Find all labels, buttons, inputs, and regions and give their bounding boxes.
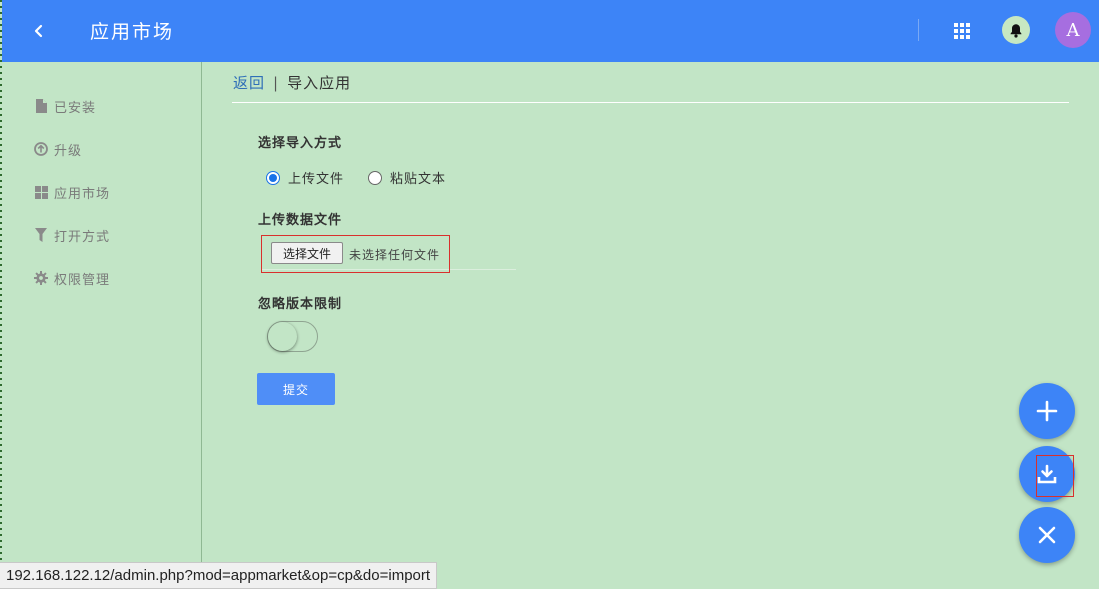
upload-file-label: 上传数据文件 — [258, 213, 343, 228]
breadcrumb-separator: | — [273, 73, 280, 92]
apps-menu-button[interactable] — [948, 17, 976, 45]
choose-file-button[interactable]: 选择文件 — [271, 242, 343, 264]
notifications-button[interactable] — [1002, 16, 1030, 44]
apps-grid-icon — [954, 23, 970, 39]
gear-icon — [34, 271, 48, 285]
bell-icon — [1010, 23, 1022, 38]
sidebar: 已安装 升级 应用市场 打开方式 权限管理 — [2, 62, 202, 587]
add-fab-button[interactable] — [1019, 383, 1075, 439]
download-icon — [1037, 464, 1057, 484]
sidebar-item-label: 权限管理 — [54, 272, 111, 288]
close-icon — [1038, 526, 1056, 544]
import-method-label: 选择导入方式 — [258, 136, 343, 151]
radio-paste-text[interactable] — [368, 170, 383, 185]
import-fab-button[interactable] — [1019, 446, 1075, 502]
upgrade-circle-icon — [34, 142, 48, 156]
sidebar-item-open-with[interactable]: 打开方式 — [34, 224, 110, 246]
sidebar-item-app-market[interactable]: 应用市场 — [34, 181, 110, 203]
sidebar-item-permissions[interactable]: 权限管理 — [34, 267, 110, 289]
no-file-selected-text: 未选择任何文件 — [349, 248, 441, 262]
back-button[interactable] — [22, 14, 56, 48]
sidebar-item-label: 应用市场 — [54, 186, 111, 202]
submit-button[interactable]: 提交 — [257, 373, 335, 405]
sidebar-item-installed[interactable]: 已安装 — [34, 95, 96, 117]
ignore-version-label: 忽略版本限制 — [258, 297, 343, 312]
toggle-knob — [268, 322, 297, 351]
plus-icon — [1036, 400, 1058, 422]
breadcrumb-current: 导入应用 — [287, 74, 352, 92]
ignore-version-toggle[interactable] — [267, 321, 318, 352]
sidebar-item-label: 已安装 — [54, 100, 97, 116]
sidebar-item-label: 打开方式 — [54, 229, 111, 245]
filter-icon — [34, 228, 48, 242]
user-avatar[interactable]: A — [1055, 12, 1091, 48]
breadcrumb-back-link[interactable]: 返回 — [233, 72, 265, 93]
sidebar-item-upgrade[interactable]: 升级 — [34, 138, 82, 160]
close-fab-button[interactable] — [1019, 507, 1075, 563]
breadcrumb: 返回 | 导入应用 — [233, 72, 351, 93]
radio-upload-file-label[interactable]: 上传文件 — [288, 168, 344, 187]
chevron-left-icon — [34, 24, 43, 38]
radio-paste-text-label[interactable]: 粘贴文本 — [390, 168, 446, 187]
top-app-bar: 应用市场 A — [2, 0, 1099, 62]
import-method-radio-group: 上传文件 粘贴文本 — [266, 168, 446, 187]
status-url-tooltip: 192.168.122.12/admin.php?mod=appmarket&o… — [0, 562, 438, 589]
app-title: 应用市场 — [90, 21, 175, 43]
sidebar-item-label: 升级 — [54, 143, 83, 159]
radio-upload-file[interactable] — [266, 170, 280, 185]
grid-icon — [34, 185, 48, 199]
breadcrumb-divider — [232, 102, 1069, 103]
header-divider — [918, 19, 919, 41]
file-icon — [34, 99, 48, 113]
